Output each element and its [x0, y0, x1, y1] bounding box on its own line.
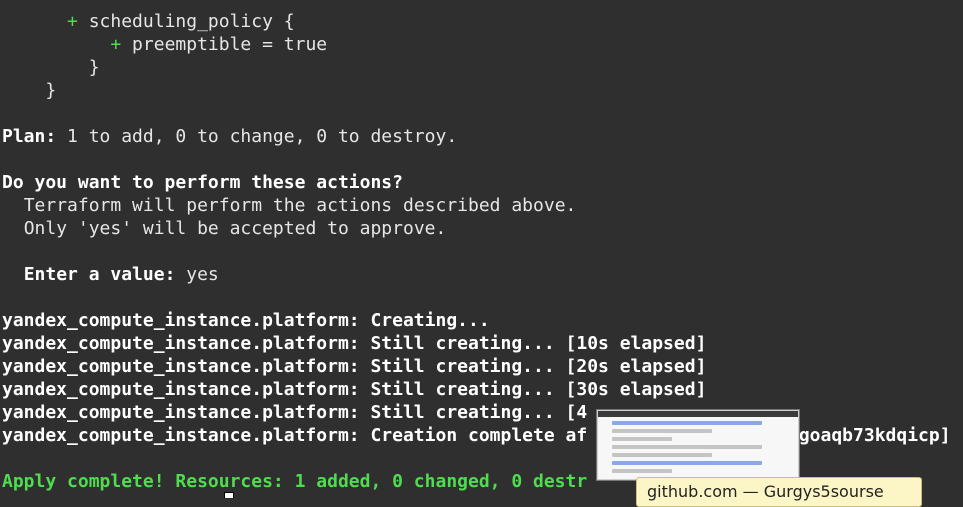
confirm-prompt-title: Do you want to perform these actions? — [2, 172, 403, 193]
thumbnail-text — [612, 469, 672, 473]
thumbnail-text — [612, 445, 762, 449]
creation-log-line: yandex_compute_instance.platform: Still … — [2, 333, 707, 354]
window-tooltip: github.com — Gurgys5sourse — [636, 477, 922, 507]
window-preview-thumbnail[interactable] — [597, 410, 799, 480]
thumbnail-text — [612, 437, 672, 441]
terminal-line: } — [88, 57, 100, 78]
creation-log-line: yandex_compute_instance.platform: Creati… — [2, 310, 490, 331]
terminal-line: + scheduling_policy { — [67, 11, 295, 32]
thumbnail-text — [612, 453, 712, 457]
thumbnail-text — [612, 461, 762, 465]
terminal-line: Terraform will perform the actions descr… — [23, 195, 577, 216]
plus-marker: + — [67, 11, 78, 32]
plus-marker: + — [110, 34, 122, 55]
thumbnail-text — [612, 421, 762, 425]
thumbnail-text — [612, 429, 712, 433]
creation-log-line: yandex_compute_instance.platform: Still … — [2, 402, 588, 423]
terminal-line: + preemptible = true — [110, 34, 328, 55]
creation-log-line: yandex_compute_instance.platform: Creati… — [2, 425, 951, 446]
creation-log-line: yandex_compute_instance.platform: Still … — [2, 379, 707, 400]
plan-summary: Plan: 1 to add, 0 to change, 0 to destro… — [2, 126, 458, 147]
thumbnail-titlebar — [598, 411, 798, 417]
mouse-cursor-icon — [224, 492, 234, 498]
terminal-output: + scheduling_policy { + preemptible = tr… — [2, 10, 963, 493]
terminal-line: } — [45, 80, 57, 101]
terminal-line: Only 'yes' will be accepted to approve. — [23, 218, 447, 239]
enter-value-prompt: Enter a value: yes — [23, 264, 219, 285]
creation-log-line: yandex_compute_instance.platform: Still … — [2, 356, 707, 377]
